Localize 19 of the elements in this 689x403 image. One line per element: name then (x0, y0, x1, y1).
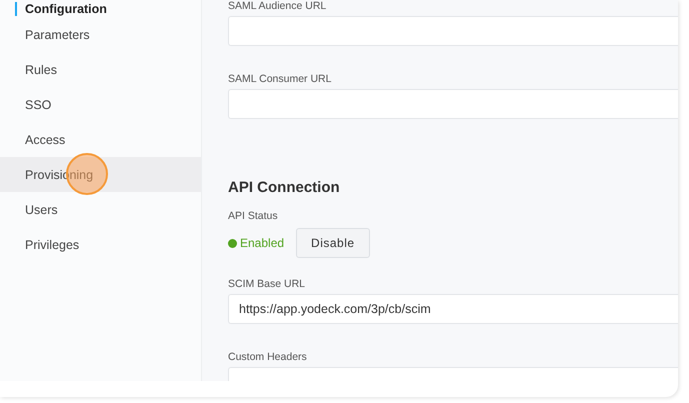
selection-indicator (15, 2, 17, 16)
status-text: Enabled (240, 236, 284, 250)
sidebar-item[interactable]: Rules (0, 52, 201, 87)
sidebar-item[interactable]: Privileges (0, 227, 201, 262)
sidebar-item[interactable]: Configuration (0, 0, 201, 17)
input-field[interactable] (228, 89, 678, 119)
input-field[interactable] (228, 16, 678, 46)
input-field[interactable]: https://app.yodeck.com/3p/cb/scim (228, 294, 678, 324)
section-heading: API Connection (228, 179, 341, 196)
field-label: SAML Consumer URL (228, 73, 332, 85)
field-label: SCIM Base URL (228, 278, 306, 290)
sidebar-item[interactable]: Access (0, 122, 201, 157)
sidebar-item[interactable]: SSO (0, 87, 201, 122)
disable-button[interactable]: Disable (296, 228, 370, 258)
field-label: API Status (228, 210, 279, 222)
field-label: SAML Audience URL (228, 0, 328, 12)
sidebar-item[interactable]: Users (0, 192, 201, 227)
sidebar-item[interactable]: Parameters (0, 17, 201, 52)
field-label: Custom Headers (228, 351, 308, 363)
